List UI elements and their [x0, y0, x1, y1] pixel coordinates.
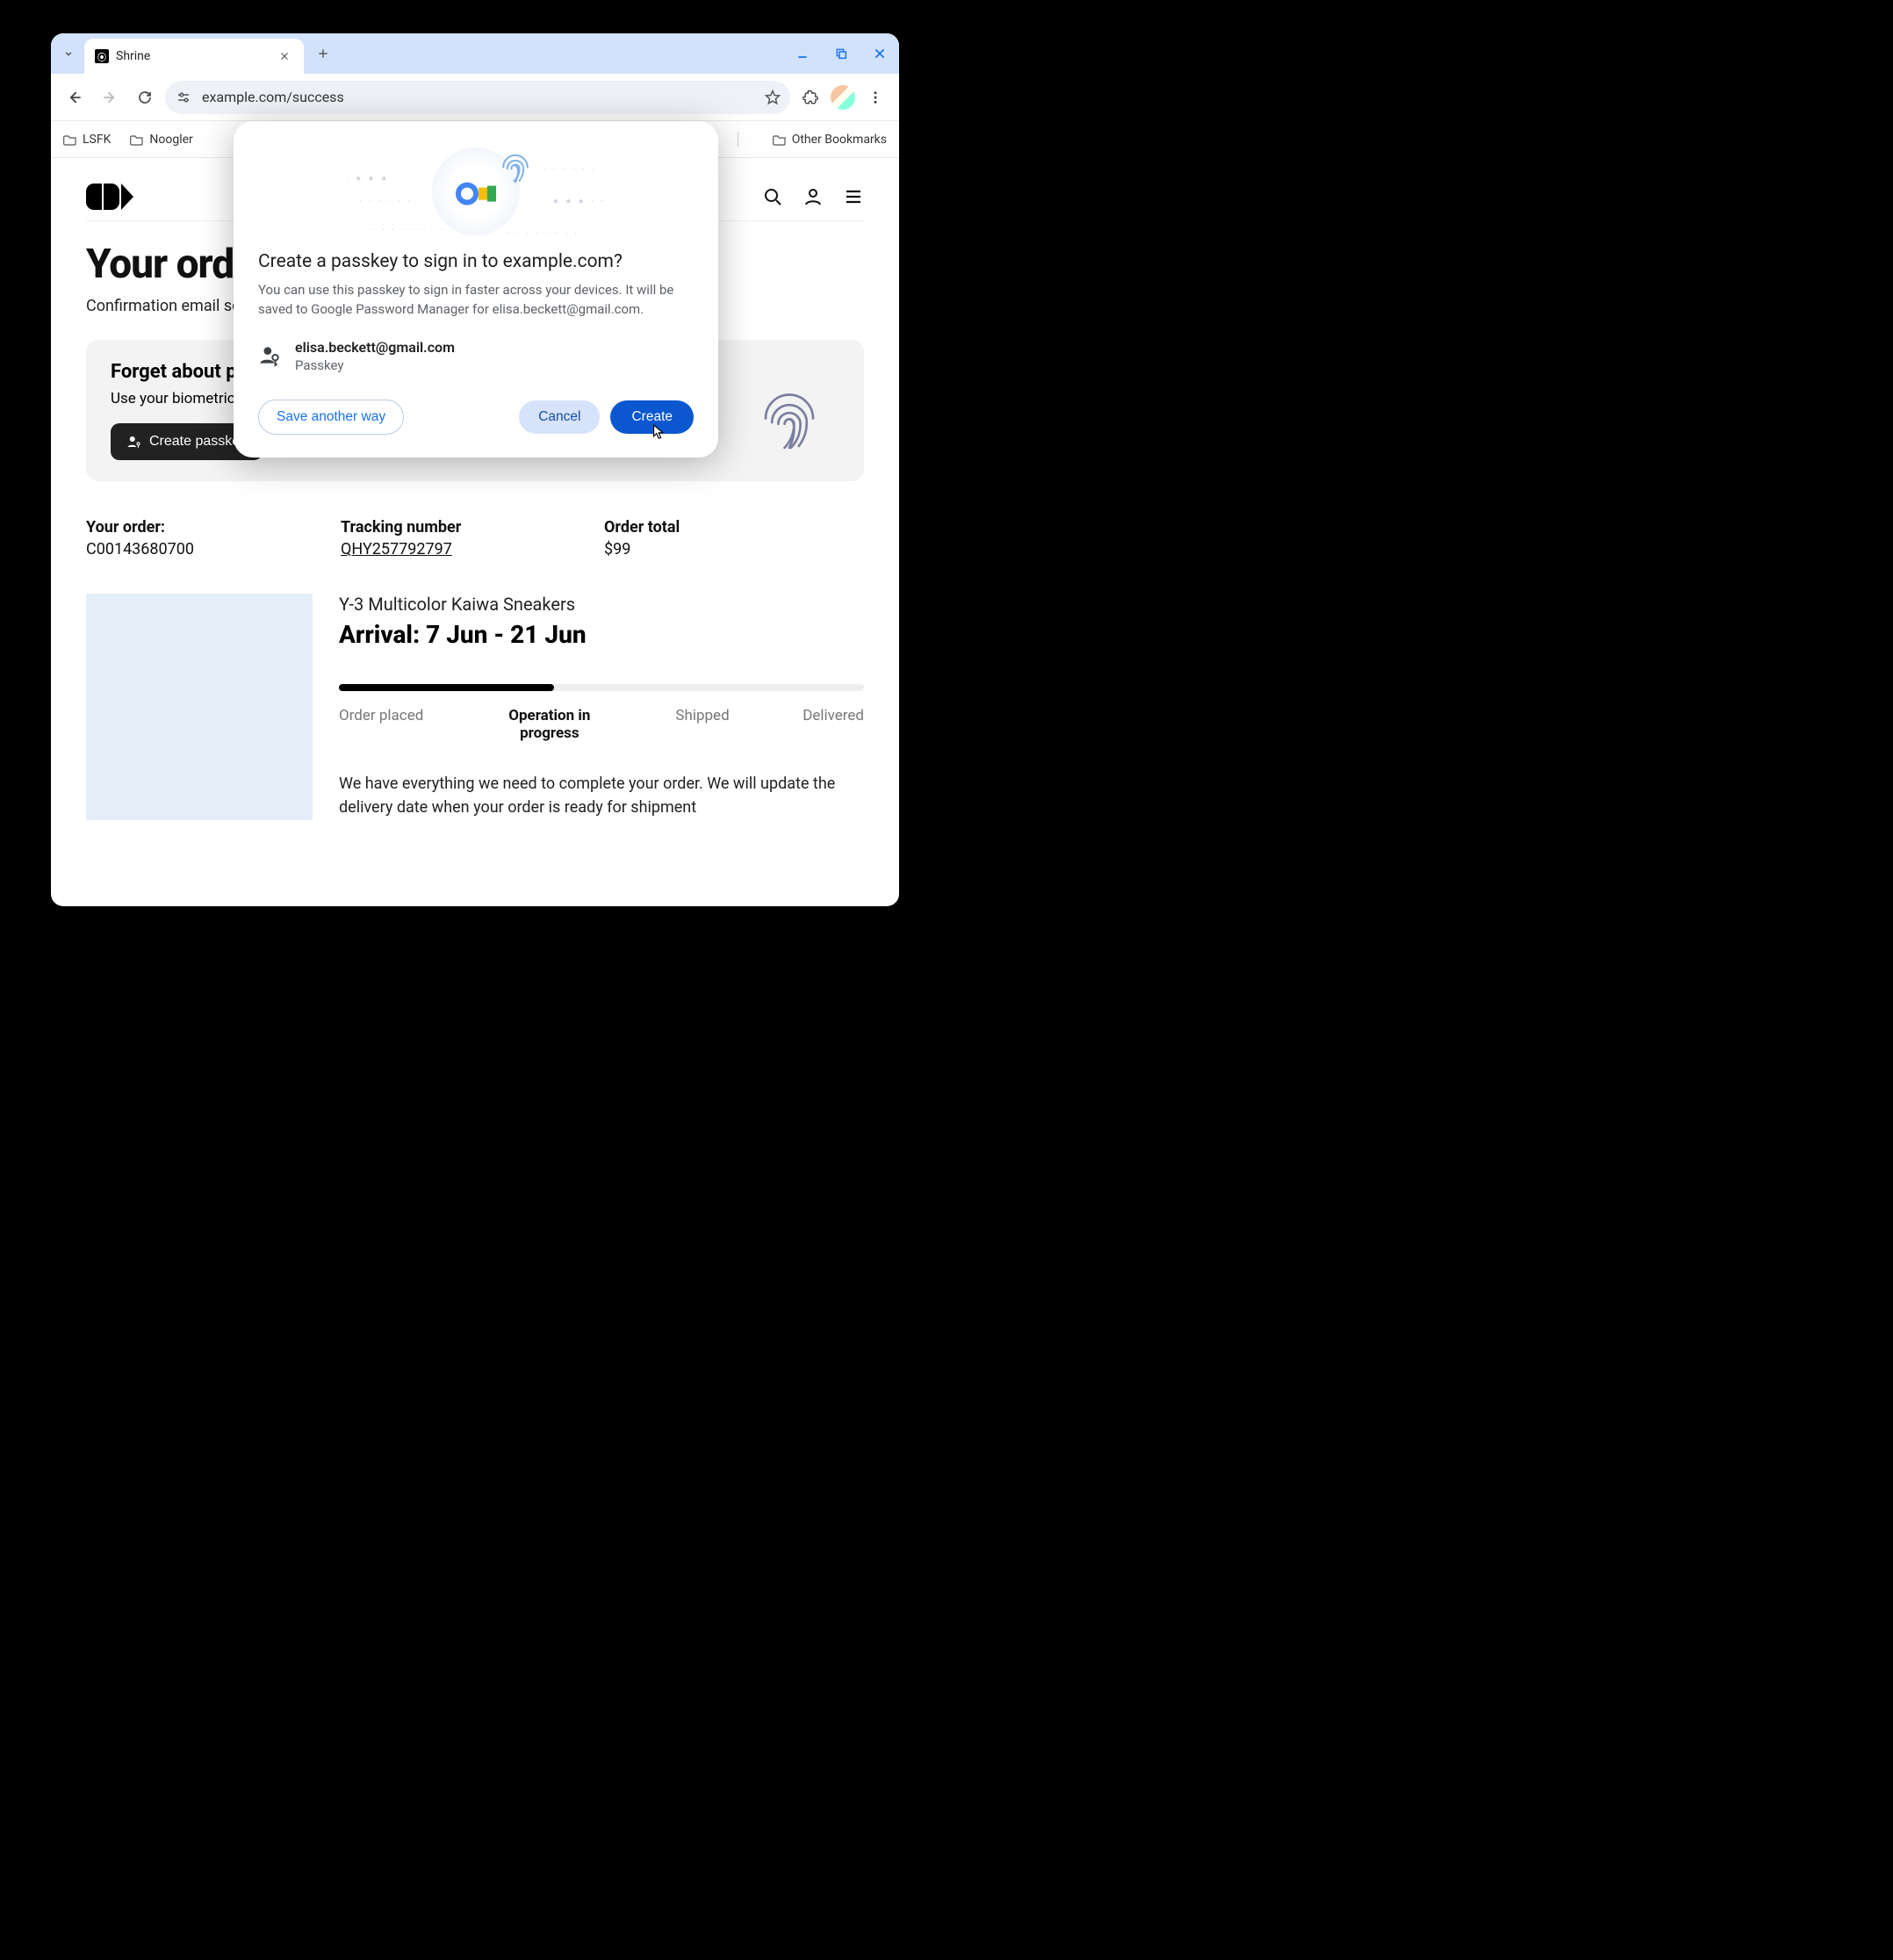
progress-track	[339, 684, 864, 691]
status-message: We have everything we need to complete y…	[339, 772, 864, 819]
passkey-dialog: · ● ● ● · · · · · · · · · · · · · · · · …	[234, 121, 718, 458]
menu-icon	[843, 186, 864, 207]
site-info-button[interactable]	[174, 88, 193, 107]
address-bar[interactable]: example.com/success	[165, 81, 790, 114]
tab-close-button[interactable]	[279, 51, 293, 61]
order-value: C00143680700	[86, 540, 332, 558]
bookmark-label: LSFK	[83, 133, 111, 147]
star-icon	[764, 89, 781, 106]
fingerprint-icon	[495, 146, 536, 186]
order-label: Your order:	[86, 518, 332, 537]
decoration-dots: · · · · · ·	[543, 165, 597, 175]
dialog-illustration: · ● ● ● · · · · · · · · · · · · · · · · …	[258, 139, 694, 244]
folder-icon	[773, 133, 787, 146]
tune-icon	[176, 91, 191, 104]
browser-tab[interactable]: ⦿ Shrine	[84, 39, 304, 74]
dialog-description: You can use this passkey to sign in fast…	[258, 281, 694, 320]
bookmark-star-button[interactable]	[764, 89, 781, 106]
step: Order placed	[339, 707, 423, 742]
cancel-button[interactable]: Cancel	[519, 400, 600, 434]
arrival-text: Arrival: 7 Jun - 21 Jun	[339, 620, 864, 649]
toolbar: example.com/success	[51, 74, 899, 121]
bookmarks-separator: │	[735, 132, 743, 147]
site-logo[interactable]	[86, 184, 133, 210]
close-window-button[interactable]	[867, 41, 892, 66]
passkey-account-icon	[258, 344, 281, 367]
search-icon	[762, 186, 783, 207]
decoration-dots: · · · · · · · ·	[372, 226, 445, 235]
plus-icon	[317, 47, 329, 60]
other-bookmarks[interactable]: Other Bookmarks	[773, 133, 887, 147]
decoration-dots: · ● ● ●	[346, 174, 389, 184]
site-actions	[762, 186, 864, 207]
maximize-button[interactable]	[829, 41, 853, 66]
dialog-actions: Save another way Cancel Create	[258, 400, 694, 435]
hamburger-button[interactable]	[843, 186, 864, 207]
create-passkey-label: Create passkey	[149, 434, 247, 450]
tracking-value[interactable]: QHY257792797	[341, 540, 595, 558]
minimize-icon	[795, 47, 810, 61]
account-subtype: Passkey	[295, 357, 455, 373]
create-label: Create	[631, 409, 673, 424]
step: Delivered	[803, 707, 864, 742]
step-active: Operation in progress	[497, 707, 602, 742]
progress-fill	[339, 684, 554, 691]
folder-icon	[63, 133, 77, 146]
tab-strip: ⦿ Shrine	[51, 33, 899, 74]
back-button[interactable]	[60, 83, 90, 112]
close-icon	[279, 51, 290, 61]
reload-button[interactable]	[130, 83, 160, 112]
bookmark-label: Noogler	[149, 133, 192, 147]
kebab-icon	[867, 90, 883, 105]
order-summary: Your order: C00143680700 Tracking number…	[86, 518, 864, 558]
dialog-title: Create a passkey to sign in to example.c…	[258, 251, 694, 272]
extensions-button[interactable]	[795, 83, 825, 112]
tab-search-dropdown[interactable]	[56, 41, 81, 66]
chevron-down-icon	[62, 47, 75, 60]
product-name: Y-3 Multicolor Kaiwa Sneakers	[339, 594, 864, 615]
person-key-icon	[126, 434, 142, 450]
search-button[interactable]	[762, 186, 783, 207]
arrow-right-icon	[101, 89, 119, 106]
tab-favicon-icon: ⦿	[95, 49, 109, 63]
step: Shipped	[675, 707, 729, 742]
cursor-icon	[652, 423, 666, 441]
browser-window: ⦿ Shrine	[51, 33, 899, 906]
product-section: Y-3 Multicolor Kaiwa Sneakers Arrival: 7…	[86, 594, 864, 820]
save-another-way-button[interactable]: Save another way	[258, 400, 404, 435]
product-image	[86, 594, 313, 820]
other-bookmarks-label: Other Bookmarks	[792, 133, 887, 147]
profile-avatar[interactable]	[831, 85, 855, 110]
window-controls	[790, 33, 892, 74]
google-key-icon	[456, 183, 496, 205]
menu-button[interactable]	[860, 83, 890, 112]
new-tab-button[interactable]	[311, 41, 335, 66]
account-button[interactable]	[803, 186, 824, 207]
decoration-dots: ● ● ● · ·	[553, 197, 606, 206]
fingerprint-icon	[750, 375, 829, 454]
url-text: example.com/success	[202, 89, 755, 105]
create-button[interactable]: Create	[610, 400, 694, 434]
account-email: elisa.beckett@gmail.com	[295, 339, 455, 356]
maximize-icon	[834, 47, 848, 61]
tracking-label: Tracking number	[341, 518, 595, 537]
puzzle-icon	[802, 89, 819, 106]
bookmark-folder[interactable]: Noogler	[130, 133, 192, 147]
reload-icon	[137, 90, 153, 105]
total-value: $99	[604, 540, 864, 558]
person-icon	[803, 186, 824, 207]
total-label: Order total	[604, 518, 864, 537]
progress-steps: Order placed Operation in progress Shipp…	[339, 707, 864, 742]
tab-title: Shrine	[116, 49, 272, 63]
decoration-dots: · · · · · ·	[359, 197, 413, 206]
decoration-dots: · · · · · · · ·	[507, 229, 579, 239]
folder-icon	[130, 133, 144, 146]
bookmark-folder[interactable]: LSFK	[63, 133, 111, 147]
account-row: elisa.beckett@gmail.com Passkey	[258, 339, 694, 373]
forward-button[interactable]	[95, 83, 125, 112]
minimize-button[interactable]	[790, 41, 815, 66]
arrow-left-icon	[66, 89, 83, 106]
close-icon	[873, 47, 887, 61]
